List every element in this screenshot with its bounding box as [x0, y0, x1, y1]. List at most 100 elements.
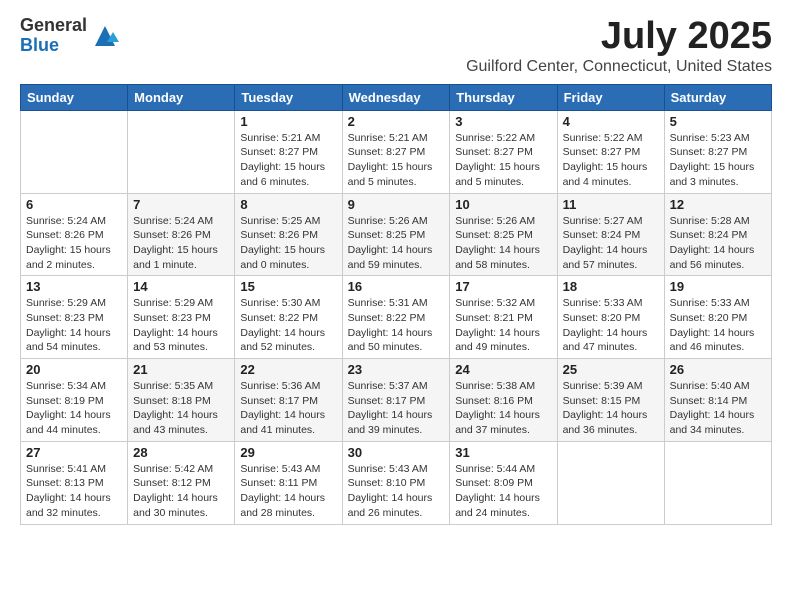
day-number: 4: [563, 114, 659, 129]
day-info: Sunrise: 5:39 AMSunset: 8:15 PMDaylight:…: [563, 379, 659, 438]
day-info: Sunrise: 5:37 AMSunset: 8:17 PMDaylight:…: [348, 379, 445, 438]
day-number: 24: [455, 362, 551, 377]
day-info: Sunrise: 5:44 AMSunset: 8:09 PMDaylight:…: [455, 462, 551, 521]
logo-icon: [91, 22, 119, 50]
day-info: Sunrise: 5:24 AMSunset: 8:26 PMDaylight:…: [133, 214, 229, 273]
month-year-title: July 2025: [466, 16, 772, 58]
logo-blue: Blue: [20, 36, 87, 56]
day-number: 6: [26, 197, 122, 212]
table-row: 16 Sunrise: 5:31 AMSunset: 8:22 PMDayligh…: [342, 276, 450, 359]
title-block: July 2025 Guilford Center, Connecticut, …: [466, 16, 772, 76]
day-number: 30: [348, 445, 445, 460]
day-info: Sunrise: 5:21 AMSunset: 8:27 PMDaylight:…: [348, 131, 445, 190]
day-info: Sunrise: 5:30 AMSunset: 8:22 PMDaylight:…: [240, 296, 336, 355]
day-number: 21: [133, 362, 229, 377]
day-number: 15: [240, 279, 336, 294]
day-number: 13: [26, 279, 122, 294]
day-info: Sunrise: 5:27 AMSunset: 8:24 PMDaylight:…: [563, 214, 659, 273]
table-row: [664, 441, 771, 524]
table-row: 11 Sunrise: 5:27 AMSunset: 8:24 PMDayligh…: [557, 193, 664, 276]
day-info: Sunrise: 5:38 AMSunset: 8:16 PMDaylight:…: [455, 379, 551, 438]
calendar-header-row: Sunday Monday Tuesday Wednesday Thursday…: [21, 84, 772, 110]
calendar-table: Sunday Monday Tuesday Wednesday Thursday…: [20, 84, 772, 525]
day-number: 16: [348, 279, 445, 294]
day-info: Sunrise: 5:22 AMSunset: 8:27 PMDaylight:…: [455, 131, 551, 190]
day-info: Sunrise: 5:23 AMSunset: 8:27 PMDaylight:…: [670, 131, 766, 190]
table-row: 8 Sunrise: 5:25 AMSunset: 8:26 PMDaylight…: [235, 193, 342, 276]
day-number: 19: [670, 279, 766, 294]
day-info: Sunrise: 5:34 AMSunset: 8:19 PMDaylight:…: [26, 379, 122, 438]
table-row: 24 Sunrise: 5:38 AMSunset: 8:16 PMDayligh…: [450, 359, 557, 442]
day-number: 26: [670, 362, 766, 377]
table-row: 15 Sunrise: 5:30 AMSunset: 8:22 PMDayligh…: [235, 276, 342, 359]
col-monday: Monday: [128, 84, 235, 110]
table-row: [557, 441, 664, 524]
day-number: 7: [133, 197, 229, 212]
table-row: 14Sunrise: 5:29 AMSunset: 8:23 PMDayligh…: [128, 276, 235, 359]
table-row: 6 Sunrise: 5:24 AMSunset: 8:26 PMDaylight…: [21, 193, 128, 276]
table-row: 9 Sunrise: 5:26 AMSunset: 8:25 PMDaylight…: [342, 193, 450, 276]
day-number: 28: [133, 445, 229, 460]
day-info: Sunrise: 5:35 AMSunset: 8:18 PMDaylight:…: [133, 379, 229, 438]
table-row: 31 Sunrise: 5:44 AMSunset: 8:09 PMDayligh…: [450, 441, 557, 524]
table-row: 20 Sunrise: 5:34 AMSunset: 8:19 PMDayligh…: [21, 359, 128, 442]
day-number: 9: [348, 197, 445, 212]
table-row: 30Sunrise: 5:43 AMSunset: 8:10 PMDayligh…: [342, 441, 450, 524]
table-row: 17Sunrise: 5:32 AMSunset: 8:21 PMDayligh…: [450, 276, 557, 359]
table-row: 27 Sunrise: 5:41 AMSunset: 8:13 PMDayligh…: [21, 441, 128, 524]
day-number: 3: [455, 114, 551, 129]
day-info: Sunrise: 5:31 AMSunset: 8:22 PMDaylight:…: [348, 296, 445, 355]
logo: General Blue: [20, 16, 119, 56]
day-info: Sunrise: 5:41 AMSunset: 8:13 PMDaylight:…: [26, 462, 122, 521]
day-number: 22: [240, 362, 336, 377]
day-info: Sunrise: 5:36 AMSunset: 8:17 PMDaylight:…: [240, 379, 336, 438]
day-number: 20: [26, 362, 122, 377]
day-info: Sunrise: 5:24 AMSunset: 8:26 PMDaylight:…: [26, 214, 122, 273]
day-info: Sunrise: 5:26 AMSunset: 8:25 PMDaylight:…: [455, 214, 551, 273]
col-sunday: Sunday: [21, 84, 128, 110]
day-number: 5: [670, 114, 766, 129]
table-row: 23 Sunrise: 5:37 AMSunset: 8:17 PMDayligh…: [342, 359, 450, 442]
day-info: Sunrise: 5:42 AMSunset: 8:12 PMDaylight:…: [133, 462, 229, 521]
day-number: 11: [563, 197, 659, 212]
day-number: 29: [240, 445, 336, 460]
logo-general: General: [20, 16, 87, 36]
location-subtitle: Guilford Center, Connecticut, United Sta…: [466, 58, 772, 76]
day-number: 25: [563, 362, 659, 377]
table-row: 19 Sunrise: 5:33 AMSunset: 8:20 PMDayligh…: [664, 276, 771, 359]
col-saturday: Saturday: [664, 84, 771, 110]
table-row: 28 Sunrise: 5:42 AMSunset: 8:12 PMDayligh…: [128, 441, 235, 524]
table-row: 21 Sunrise: 5:35 AMSunset: 8:18 PMDayligh…: [128, 359, 235, 442]
table-row: 1Sunrise: 5:21 AMSunset: 8:27 PMDaylight…: [235, 110, 342, 193]
day-number: 27: [26, 445, 122, 460]
day-number: 31: [455, 445, 551, 460]
table-row: 13 Sunrise: 5:29 AMSunset: 8:23 PMDayligh…: [21, 276, 128, 359]
day-info: Sunrise: 5:26 AMSunset: 8:25 PMDaylight:…: [348, 214, 445, 273]
day-info: Sunrise: 5:43 AMSunset: 8:11 PMDaylight:…: [240, 462, 336, 521]
day-info: Sunrise: 5:40 AMSunset: 8:14 PMDaylight:…: [670, 379, 766, 438]
day-number: 8: [240, 197, 336, 212]
col-friday: Friday: [557, 84, 664, 110]
day-info: Sunrise: 5:28 AMSunset: 8:24 PMDaylight:…: [670, 214, 766, 273]
table-row: 3 Sunrise: 5:22 AMSunset: 8:27 PMDaylight…: [450, 110, 557, 193]
day-number: 10: [455, 197, 551, 212]
page-header: General Blue July 2025 Guilford Center, …: [20, 16, 772, 76]
day-info: Sunrise: 5:33 AMSunset: 8:20 PMDaylight:…: [670, 296, 766, 355]
day-number: 18: [563, 279, 659, 294]
day-number: 23: [348, 362, 445, 377]
day-info: Sunrise: 5:22 AMSunset: 8:27 PMDaylight:…: [563, 131, 659, 190]
day-info: Sunrise: 5:29 AMSunset: 8:23 PMDaylight:…: [133, 296, 229, 355]
table-row: [21, 110, 128, 193]
table-row: 2Sunrise: 5:21 AMSunset: 8:27 PMDaylight…: [342, 110, 450, 193]
table-row: 10 Sunrise: 5:26 AMSunset: 8:25 PMDayligh…: [450, 193, 557, 276]
day-number: 1: [240, 114, 336, 129]
day-info: Sunrise: 5:32 AMSunset: 8:21 PMDaylight:…: [455, 296, 551, 355]
day-info: Sunrise: 5:29 AMSunset: 8:23 PMDaylight:…: [26, 296, 122, 355]
col-wednesday: Wednesday: [342, 84, 450, 110]
col-tuesday: Tuesday: [235, 84, 342, 110]
col-thursday: Thursday: [450, 84, 557, 110]
table-row: 4 Sunrise: 5:22 AMSunset: 8:27 PMDaylight…: [557, 110, 664, 193]
table-row: 26 Sunrise: 5:40 AMSunset: 8:14 PMDayligh…: [664, 359, 771, 442]
day-info: Sunrise: 5:25 AMSunset: 8:26 PMDaylight:…: [240, 214, 336, 273]
table-row: 12Sunrise: 5:28 AMSunset: 8:24 PMDayligh…: [664, 193, 771, 276]
